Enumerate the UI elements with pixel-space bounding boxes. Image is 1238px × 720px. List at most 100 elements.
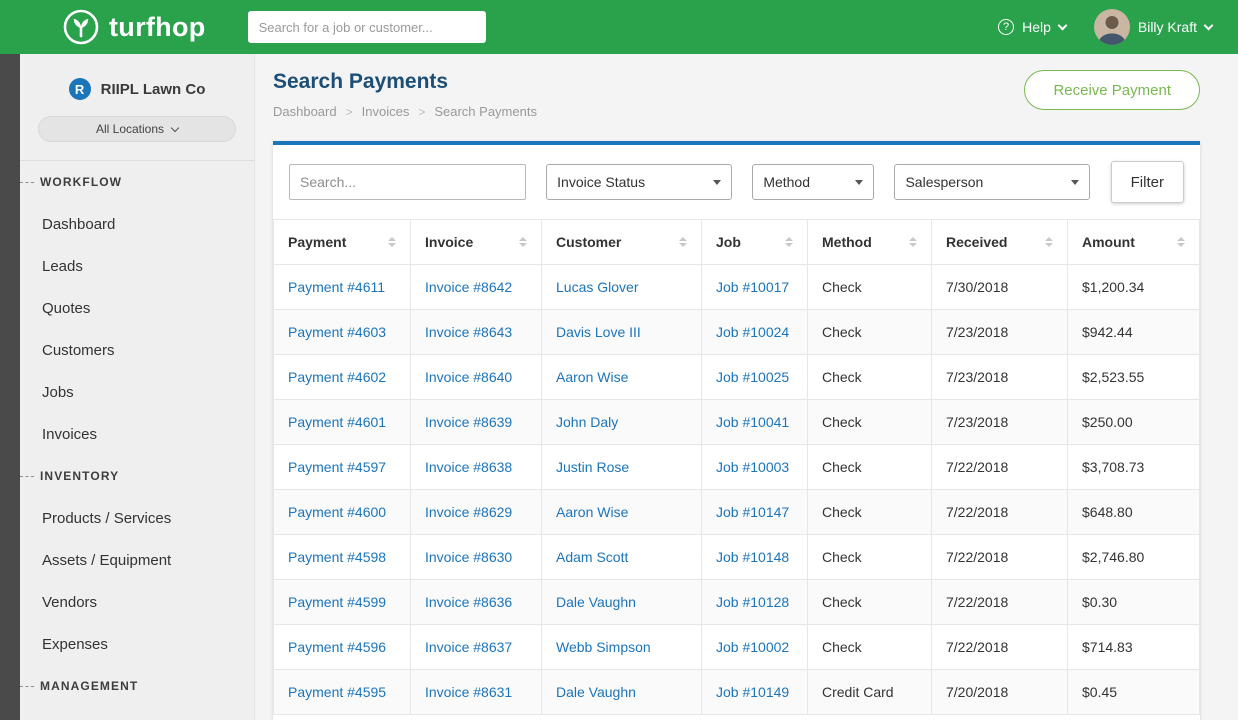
amount-cell: $2,746.80 bbox=[1068, 535, 1200, 580]
sidebar-item-assets-equipment[interactable]: Assets / Equipment bbox=[20, 539, 254, 581]
company-header: R RIIPL Lawn Co bbox=[20, 78, 254, 100]
amount-cell: $0.45 bbox=[1068, 670, 1200, 715]
amount-cell: $1,200.34 bbox=[1068, 265, 1200, 310]
column-header-amount[interactable]: Amount bbox=[1068, 220, 1200, 265]
sidebar-item-expenses[interactable]: Expenses bbox=[20, 623, 254, 665]
payment-link[interactable]: Payment #4599 bbox=[288, 594, 386, 610]
sort-icon[interactable] bbox=[1045, 237, 1053, 247]
customer-link[interactable]: Dale Vaughn bbox=[556, 594, 636, 610]
sidebar-item-vendors[interactable]: Vendors bbox=[20, 581, 254, 623]
customer-link[interactable]: Davis Love III bbox=[556, 324, 641, 340]
invoice-link[interactable]: Invoice #8643 bbox=[425, 324, 512, 340]
payment-link[interactable]: Payment #4602 bbox=[288, 369, 386, 385]
invoice-link[interactable]: Invoice #8631 bbox=[425, 684, 512, 700]
invoice-link[interactable]: Invoice #8636 bbox=[425, 594, 512, 610]
locations-selector[interactable]: All Locations bbox=[38, 116, 236, 142]
column-header-job[interactable]: Job bbox=[702, 220, 808, 265]
filter-button[interactable]: Filter bbox=[1111, 161, 1184, 203]
invoice-link[interactable]: Invoice #8630 bbox=[425, 549, 512, 565]
sidebar-item-dashboard[interactable]: Dashboard bbox=[20, 203, 254, 245]
customer-link[interactable]: John Daly bbox=[556, 414, 618, 430]
payment-link[interactable]: Payment #4600 bbox=[288, 504, 386, 520]
sidebar-item-quotes[interactable]: Quotes bbox=[20, 287, 254, 329]
sidebar-item-jobs[interactable]: Jobs bbox=[20, 371, 254, 413]
breadcrumb-dashboard[interactable]: Dashboard bbox=[273, 104, 337, 119]
job-link[interactable]: Job #10003 bbox=[716, 459, 789, 475]
sidebar-item-products-services[interactable]: Products / Services bbox=[20, 497, 254, 539]
user-menu[interactable]: Billy Kraft bbox=[1094, 9, 1212, 45]
received-cell: 7/22/2018 bbox=[932, 625, 1068, 670]
invoice-link[interactable]: Invoice #8637 bbox=[425, 639, 512, 655]
amount-cell: $714.83 bbox=[1068, 625, 1200, 670]
sort-icon[interactable] bbox=[388, 237, 396, 247]
job-link[interactable]: Job #10025 bbox=[716, 369, 789, 385]
table-row: Payment #4603 Invoice #8643 Davis Love I… bbox=[274, 310, 1200, 355]
job-link[interactable]: Job #10024 bbox=[716, 324, 789, 340]
job-link[interactable]: Job #10002 bbox=[716, 639, 789, 655]
payment-link[interactable]: Payment #4611 bbox=[288, 279, 385, 295]
column-header-invoice[interactable]: Invoice bbox=[411, 220, 542, 265]
payment-link[interactable]: Payment #4595 bbox=[288, 684, 386, 700]
invoice-link[interactable]: Invoice #8642 bbox=[425, 279, 512, 295]
sidebar-item-leads[interactable]: Leads bbox=[20, 245, 254, 287]
help-menu[interactable]: ? Help bbox=[998, 19, 1066, 35]
amount-cell: $2,523.55 bbox=[1068, 355, 1200, 400]
customer-link[interactable]: Justin Rose bbox=[556, 459, 629, 475]
invoice-link[interactable]: Invoice #8638 bbox=[425, 459, 512, 475]
nav-section-title: REPORTS bbox=[20, 707, 254, 720]
global-search-input[interactable] bbox=[248, 11, 486, 43]
customer-link[interactable]: Adam Scott bbox=[556, 549, 628, 565]
invoice-link[interactable]: Invoice #8629 bbox=[425, 504, 512, 520]
avatar-image bbox=[1094, 9, 1130, 45]
job-link[interactable]: Job #10041 bbox=[716, 414, 789, 430]
sidebar-content: R RIIPL Lawn Co All Locations WORKFLOW D… bbox=[20, 54, 254, 720]
table-row: Payment #4597 Invoice #8638 Justin Rose … bbox=[274, 445, 1200, 490]
customer-link[interactable]: Aaron Wise bbox=[556, 504, 628, 520]
receive-payment-button[interactable]: Receive Payment bbox=[1024, 70, 1200, 110]
dash-icon bbox=[20, 476, 34, 477]
sort-icon[interactable] bbox=[679, 237, 687, 247]
sort-icon[interactable] bbox=[909, 237, 917, 247]
sort-icon[interactable] bbox=[785, 237, 793, 247]
received-cell: 7/22/2018 bbox=[932, 445, 1068, 490]
payment-link[interactable]: Payment #4603 bbox=[288, 324, 386, 340]
invoice-link[interactable]: Invoice #8640 bbox=[425, 369, 512, 385]
job-link[interactable]: Job #10017 bbox=[716, 279, 789, 295]
dash-icon bbox=[20, 182, 34, 183]
job-link[interactable]: Job #10128 bbox=[716, 594, 789, 610]
sidebar-item-invoices[interactable]: Invoices bbox=[20, 413, 254, 455]
payment-link[interactable]: Payment #4596 bbox=[288, 639, 386, 655]
brand[interactable]: turfhop bbox=[62, 8, 206, 46]
job-link[interactable]: Job #10149 bbox=[716, 684, 789, 700]
column-header-customer[interactable]: Customer bbox=[542, 220, 702, 265]
nav-section-title: MANAGEMENT bbox=[20, 665, 254, 707]
method-select[interactable]: Method bbox=[752, 164, 874, 200]
invoice-link[interactable]: Invoice #8639 bbox=[425, 414, 512, 430]
job-link[interactable]: Job #10148 bbox=[716, 549, 789, 565]
breadcrumb-invoices[interactable]: Invoices bbox=[362, 104, 410, 119]
customer-link[interactable]: Webb Simpson bbox=[556, 639, 651, 655]
column-header-method[interactable]: Method bbox=[808, 220, 932, 265]
column-header-received[interactable]: Received bbox=[932, 220, 1068, 265]
job-link[interactable]: Job #10147 bbox=[716, 504, 789, 520]
sidebar-item-customers[interactable]: Customers bbox=[20, 329, 254, 371]
table-search-input[interactable] bbox=[289, 164, 526, 200]
payment-link[interactable]: Payment #4597 bbox=[288, 459, 386, 475]
salesperson-select[interactable]: Salesperson bbox=[894, 164, 1090, 200]
customer-link[interactable]: Aaron Wise bbox=[556, 369, 628, 385]
sort-icon[interactable] bbox=[519, 237, 527, 247]
received-cell: 7/23/2018 bbox=[932, 310, 1068, 355]
customer-link[interactable]: Dale Vaughn bbox=[556, 684, 636, 700]
locations-label: All Locations bbox=[96, 122, 164, 136]
page-header: Search Payments Dashboard > Invoices > S… bbox=[273, 54, 1200, 119]
payment-link[interactable]: Payment #4601 bbox=[288, 414, 386, 430]
customer-link[interactable]: Lucas Glover bbox=[556, 279, 638, 295]
sort-icon[interactable] bbox=[1177, 237, 1185, 247]
payment-link[interactable]: Payment #4598 bbox=[288, 549, 386, 565]
column-header-payment[interactable]: Payment bbox=[274, 220, 411, 265]
invoice-status-select[interactable]: Invoice Status bbox=[546, 164, 732, 200]
amount-cell: $250.00 bbox=[1068, 400, 1200, 445]
nav-section-title-management: MANAGEMENT bbox=[40, 679, 138, 693]
nav-section: INVENTORY Products / ServicesAssets / Eq… bbox=[20, 455, 254, 665]
received-cell: 7/30/2018 bbox=[932, 265, 1068, 310]
